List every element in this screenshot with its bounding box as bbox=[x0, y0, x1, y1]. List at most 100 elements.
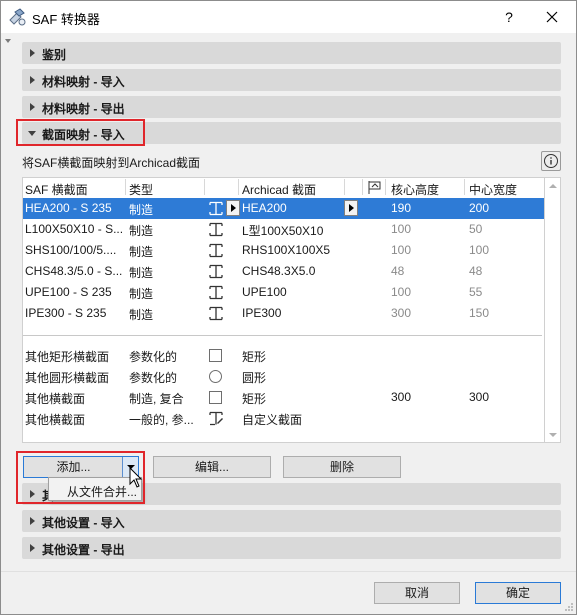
column-separator bbox=[362, 179, 363, 195]
archicad-profile-cell: 矩形 bbox=[242, 392, 267, 406]
core-height-cell: 100 bbox=[391, 285, 412, 299]
section-label: 材料映射 - 导入 bbox=[42, 75, 125, 89]
section-material-export[interactable]: 材料映射 - 导出 bbox=[22, 96, 561, 118]
table-row[interactable]: SHS100/100/5.... 制造 RHS100X100X5 100 100 bbox=[23, 240, 544, 261]
saf-profile-cell: CHS48.3/5.0 - S... bbox=[25, 264, 123, 278]
info-button[interactable] bbox=[541, 151, 561, 171]
table-row[interactable]: IPE300 - S 235 制造 IPE300 300 150 bbox=[23, 303, 544, 324]
rectangle-profile-icon bbox=[209, 349, 222, 362]
archicad-profile-cell: IPE300 bbox=[242, 306, 282, 320]
list-item[interactable]: 其他圆形横截面 参数化的 圆形 bbox=[23, 366, 544, 387]
table-row[interactable]: CHS48.3/5.0 - S... 制造 CHS48.3X5.0 48 48 bbox=[23, 261, 544, 282]
scroll-marker-icon bbox=[5, 39, 11, 43]
saf-profile-cell: 其他矩形横截面 bbox=[25, 350, 110, 364]
column-separator bbox=[464, 179, 465, 195]
archicad-profile-cell: 自定义截面 bbox=[242, 413, 303, 427]
ok-button[interactable]: 确定 bbox=[475, 582, 561, 604]
section-other-import[interactable]: 其他设置 - 导入 bbox=[22, 510, 561, 532]
saf-profile-cell: 其他横截面 bbox=[25, 392, 86, 406]
table-row[interactable]: UPE100 - S 235 制造 UPE100 100 55 bbox=[23, 282, 544, 303]
list-item[interactable]: 其他横截面 一般的, 参... 自定义截面 bbox=[23, 408, 544, 429]
section-label: 其他设置 - 导入 bbox=[42, 516, 125, 530]
core-height-cell: 100 bbox=[391, 243, 412, 257]
chevron-right-icon bbox=[30, 103, 35, 111]
archicad-profile-cell: L型100X50X10 bbox=[242, 224, 324, 238]
info-icon bbox=[544, 154, 558, 168]
resize-grip-icon[interactable] bbox=[564, 602, 574, 612]
table-row[interactable]: HEA200 - S 235 制造 HEA200 190 200 bbox=[23, 198, 544, 219]
highlight-box bbox=[16, 451, 145, 504]
list-divider bbox=[23, 335, 542, 336]
section-label: 材料映射 - 导出 bbox=[42, 102, 125, 116]
column-header-core-height[interactable]: 核心高度 bbox=[391, 181, 439, 198]
center-width-cell: 50 bbox=[469, 222, 483, 236]
archicad-profile-cell: 圆形 bbox=[242, 371, 267, 385]
table-row[interactable]: L100X50X10 - S... 制造 L型100X50X10 100 50 bbox=[23, 219, 544, 240]
help-button[interactable]: ? bbox=[498, 7, 520, 27]
type-cell: 制造 bbox=[129, 203, 154, 217]
saf-converter-icon bbox=[9, 8, 26, 26]
type-cell: 制造 bbox=[129, 266, 154, 280]
core-height-cell: 48 bbox=[391, 264, 405, 278]
archicad-profile-cell: 矩形 bbox=[242, 350, 267, 364]
close-icon[interactable] bbox=[541, 7, 563, 27]
profile-flag-icon bbox=[368, 181, 381, 194]
core-height-cell: 300 bbox=[391, 306, 412, 320]
chevron-right-icon bbox=[30, 544, 35, 552]
delete-button[interactable]: 删除 bbox=[283, 456, 401, 478]
saf-profile-cell: UPE100 - S 235 bbox=[25, 285, 112, 299]
scroll-down-icon[interactable] bbox=[549, 433, 557, 437]
section-other-export[interactable]: 其他设置 - 导出 bbox=[22, 537, 561, 559]
column-separator bbox=[238, 179, 239, 195]
type-cell: 制造 bbox=[129, 287, 154, 301]
rectangle-profile-icon bbox=[209, 391, 222, 404]
list-scrollbar[interactable] bbox=[545, 177, 561, 443]
custom-profile-icon bbox=[209, 411, 223, 426]
saf-converter-window: SAF 转换器 ? 鉴别 材料映射 - 导入 材料映射 - 导出 截面映射 - … bbox=[0, 0, 577, 615]
section-identification[interactable]: 鉴别 bbox=[22, 42, 561, 64]
type-cell: 制造 bbox=[129, 245, 154, 259]
type-cell: 制造 bbox=[129, 308, 154, 322]
center-width-cell: 300 bbox=[469, 390, 490, 404]
center-width-cell: 48 bbox=[469, 264, 483, 278]
archicad-profile-cell: HEA200 bbox=[242, 201, 287, 215]
highlight-box bbox=[16, 119, 145, 146]
core-height-cell: 100 bbox=[391, 222, 412, 236]
chevron-right-icon bbox=[30, 517, 35, 525]
center-width-cell: 55 bbox=[469, 285, 483, 299]
center-width-cell: 150 bbox=[469, 306, 490, 320]
section-label: 鉴别 bbox=[42, 48, 67, 62]
i-beam-profile-icon bbox=[209, 243, 223, 258]
chevron-right-icon bbox=[30, 49, 35, 57]
type-cell: 制造, 复合 bbox=[129, 392, 184, 406]
i-beam-profile-icon bbox=[209, 264, 223, 279]
saf-profile-cell: 其他横截面 bbox=[25, 413, 86, 427]
column-separator bbox=[204, 179, 205, 195]
center-width-cell: 200 bbox=[469, 201, 490, 215]
type-cell: 一般的, 参... bbox=[129, 413, 194, 427]
title-bar: SAF 转换器 ? bbox=[1, 1, 576, 33]
section-material-import[interactable]: 材料映射 - 导入 bbox=[22, 69, 561, 91]
window-title: SAF 转换器 bbox=[32, 12, 100, 27]
column-header-saf-profile[interactable]: SAF 横截面 bbox=[25, 181, 88, 198]
type-cell: 参数化的 bbox=[129, 371, 178, 385]
column-separator bbox=[125, 179, 126, 195]
edit-button[interactable]: 编辑... bbox=[153, 456, 271, 478]
type-cell: 参数化的 bbox=[129, 350, 178, 364]
profile-picker-button[interactable] bbox=[226, 200, 240, 216]
cancel-button[interactable]: 取消 bbox=[374, 582, 460, 604]
column-header-archicad-profile[interactable]: Archicad 截面 bbox=[242, 181, 316, 198]
chevron-right-icon bbox=[30, 76, 35, 84]
profile-mapping-description: 将SAF横截面映射到Archicad截面 bbox=[22, 156, 201, 170]
list-item[interactable]: 其他矩形横截面 参数化的 矩形 bbox=[23, 345, 544, 366]
archicad-picker-button[interactable] bbox=[344, 200, 358, 216]
list-item[interactable]: 其他横截面 制造, 复合 矩形 300 300 bbox=[23, 387, 544, 408]
saf-profile-cell: IPE300 - S 235 bbox=[25, 306, 107, 320]
column-header-type[interactable]: 类型 bbox=[129, 181, 153, 198]
footer-divider bbox=[1, 571, 576, 572]
i-beam-profile-icon bbox=[209, 306, 223, 321]
column-header-center-width[interactable]: 中心宽度 bbox=[469, 181, 517, 198]
scroll-up-icon[interactable] bbox=[549, 184, 557, 188]
center-width-cell: 100 bbox=[469, 243, 490, 257]
column-separator bbox=[385, 179, 386, 195]
